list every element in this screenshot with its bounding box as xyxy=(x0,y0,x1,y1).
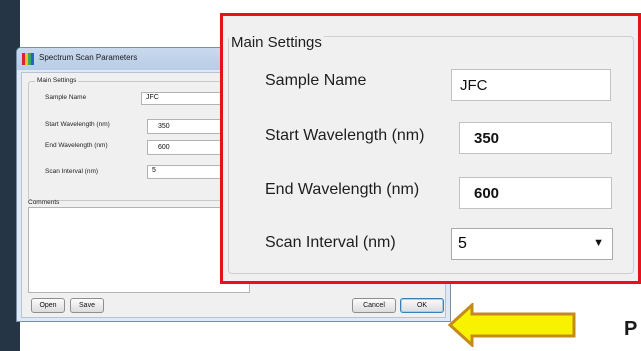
zoom-sample-name-input[interactable]: JFC xyxy=(451,69,611,101)
zoom-scan-interval-select[interactable]: 5 ▼ xyxy=(451,228,613,260)
end-wavelength-input[interactable]: 600 xyxy=(147,140,227,155)
dialog-title: Spectrum Scan Parameters xyxy=(39,53,138,62)
chevron-down-icon: ▼ xyxy=(593,237,604,249)
zoom-start-wavelength-input[interactable]: 350 xyxy=(459,122,612,154)
zoom-scan-interval-label: Scan Interval (nm) xyxy=(265,234,396,251)
zoom-end-wavelength-label: End Wavelength (nm) xyxy=(265,181,420,198)
sample-name-label: Sample Name xyxy=(45,94,87,101)
cropped-text: P xyxy=(624,318,638,340)
scan-interval-label: Scan Interval (nm) xyxy=(45,168,99,175)
comments-label: Comments xyxy=(28,199,60,206)
scan-interval-value: 5 xyxy=(152,167,156,174)
sample-name-input[interactable]: JFC xyxy=(141,92,231,105)
open-button[interactable]: Open xyxy=(31,298,65,313)
end-wavelength-label: End Wavelength (nm) xyxy=(45,142,108,149)
ok-button[interactable]: OK xyxy=(400,298,444,313)
start-wavelength-input[interactable]: 350 xyxy=(147,119,227,134)
main-settings-label: Main Settings xyxy=(35,77,79,84)
zoom-scan-interval-value: 5 xyxy=(458,235,467,252)
zoom-main-settings-label: Main Settings xyxy=(229,34,324,51)
zoom-end-wavelength-input[interactable]: 600 xyxy=(459,177,612,209)
zoom-sample-name-label: Sample Name xyxy=(265,72,367,89)
app-icon xyxy=(22,53,34,65)
comments-textarea[interactable] xyxy=(28,207,250,293)
annotation-arrow-icon xyxy=(448,303,576,347)
main-settings-group: Main Settings Sample Name JFC Start Wave… xyxy=(28,77,231,201)
start-wavelength-label: Start Wavelength (nm) xyxy=(45,121,110,128)
scan-interval-select[interactable]: 5 ▼ xyxy=(147,165,229,179)
zoom-callout: Main Settings Sample Name JFC Start Wave… xyxy=(220,13,641,284)
zoom-start-wavelength-label: Start Wavelength (nm) xyxy=(265,127,425,144)
cancel-button[interactable]: Cancel xyxy=(352,298,396,313)
save-button[interactable]: Save xyxy=(70,298,104,313)
